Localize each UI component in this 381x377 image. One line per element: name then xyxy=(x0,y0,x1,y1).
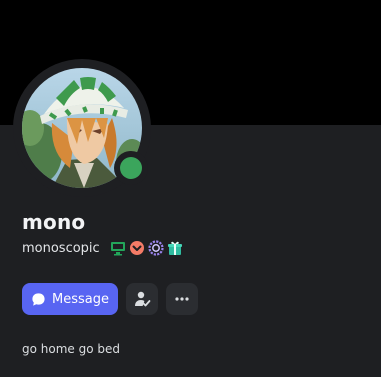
add-friend-button[interactable] xyxy=(126,283,158,315)
active-developer-icon[interactable] xyxy=(110,240,126,256)
more-options-button[interactable] xyxy=(166,283,198,315)
online-status-icon xyxy=(120,157,142,179)
about-me-text: go home go bed xyxy=(22,342,120,356)
profile-card: mono monoscopic Message go home go bed xyxy=(0,0,381,377)
display-name: mono xyxy=(22,210,86,234)
add-friend-icon xyxy=(135,291,151,307)
message-button[interactable]: Message xyxy=(22,283,118,315)
profile-actions: Message xyxy=(22,283,198,315)
gift-icon[interactable] xyxy=(167,240,183,256)
username: monoscopic xyxy=(22,240,100,256)
chat-bubble-icon xyxy=(32,292,45,306)
message-button-label: Message xyxy=(52,291,109,307)
more-options-icon xyxy=(175,297,189,301)
username-row: monoscopic xyxy=(22,238,186,258)
nitro-boost-icon[interactable] xyxy=(129,240,145,256)
avatar-frame xyxy=(13,59,151,197)
status-indicator xyxy=(114,151,148,185)
hypesquad-icon[interactable] xyxy=(148,240,164,256)
